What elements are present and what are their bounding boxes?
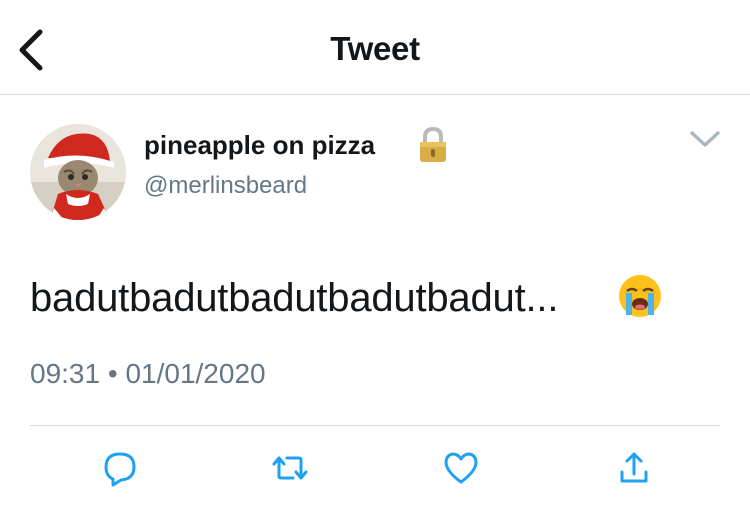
like-button[interactable] [441,448,481,488]
avatar[interactable] [30,124,126,220]
reply-icon [104,452,136,487]
share-button[interactable] [614,448,654,488]
timestamp-separator: • [107,358,118,389]
top-bar: Tweet [0,0,750,95]
page-title: Tweet [330,30,420,67]
share-icon [620,452,648,483]
display-name[interactable]: pineapple on pizza [144,130,375,161]
tweet-timestamp[interactable]: 09:31 • 01/01/2020 [30,358,266,390]
heart-icon [444,452,478,484]
retweet-icon [272,456,308,480]
tweet-menu-button[interactable] [688,128,722,150]
lock-icon [416,126,450,164]
actions-divider [30,425,720,426]
cat-photo-image [30,124,126,220]
tweet-text: badutbadutbadutbadutbadut... [30,276,559,320]
tweet-time: 09:31 [30,358,101,389]
user-handle[interactable]: @merlinsbeard [144,172,307,200]
loudly-crying-face-icon [617,273,663,319]
tweet-date: 01/01/2020 [125,358,266,389]
reply-button[interactable] [100,448,140,488]
chevron-down-icon [690,131,720,147]
retweet-button[interactable] [270,448,310,488]
